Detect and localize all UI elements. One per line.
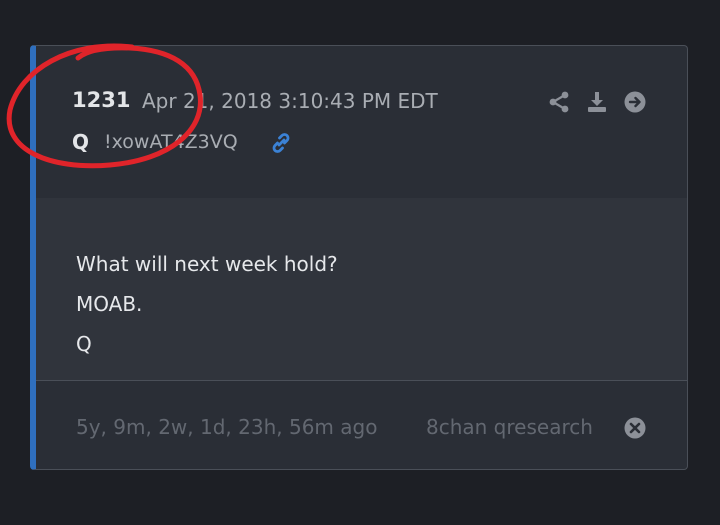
tripcode: !xowAT4Z3VQ [104, 131, 238, 153]
share-icon[interactable] [547, 90, 571, 114]
post-line: MOAB. [76, 292, 143, 316]
post-number[interactable]: 1231 [72, 88, 130, 112]
post-footer: 5y, 9m, 2w, 1d, 23h, 56m ago 8chan qrese… [36, 380, 687, 469]
post-date: Apr 21, 2018 3:10:43 PM EDT [142, 89, 438, 113]
post-card: 1231 Apr 21, 2018 3:10:43 PM EDT Q !xowA… [30, 45, 688, 470]
download-icon[interactable] [585, 90, 609, 114]
post-line: Q [76, 332, 92, 356]
post-body: What will next week hold? MOAB. Q [36, 198, 687, 381]
author-name: Q [72, 130, 90, 154]
post-line: What will next week hold? [76, 252, 338, 276]
link-icon[interactable] [268, 131, 294, 155]
close-circle-icon[interactable] [623, 416, 647, 440]
arrow-circle-right-icon[interactable] [623, 90, 647, 114]
post-source[interactable]: 8chan qresearch [426, 415, 593, 439]
post-age: 5y, 9m, 2w, 1d, 23h, 56m ago [76, 415, 378, 439]
post-actions [547, 90, 647, 114]
post-header: 1231 Apr 21, 2018 3:10:43 PM EDT Q !xowA… [36, 46, 687, 199]
post-text: What will next week hold? MOAB. Q [76, 244, 338, 364]
